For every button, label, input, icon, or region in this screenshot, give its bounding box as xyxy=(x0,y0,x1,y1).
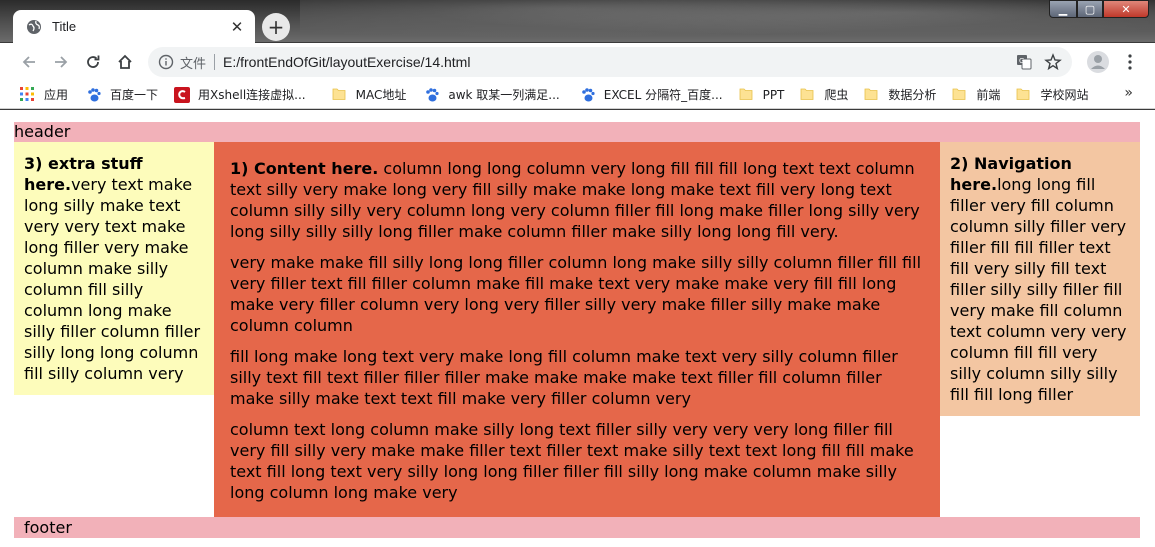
bookmarks-overflow-button[interactable]: » xyxy=(1124,85,1133,101)
browser-tab[interactable]: Title ✕ xyxy=(13,10,255,43)
folder-icon xyxy=(952,87,968,103)
main-paragraph: fill long make long text very make long … xyxy=(230,347,898,408)
left-column: 3) extra stuff here.very text make long … xyxy=(14,142,214,395)
bookmark-label: 应用 xyxy=(44,88,69,102)
home-icon xyxy=(116,53,134,71)
address-bar[interactable]: 文件 E:/frontEndOfGit/layoutExercise/14.ht… xyxy=(148,47,1072,77)
minimize-button[interactable]: ▁ xyxy=(1049,0,1077,18)
file-scheme-label: 文件 xyxy=(180,56,207,72)
main-paragraph: 1) Content here. column long long column… xyxy=(230,158,926,242)
bookmark-apps[interactable]: 应用 xyxy=(20,81,68,109)
url-text[interactable]: E:/frontEndOfGit/layoutExercise/14.html xyxy=(223,54,470,70)
three-column-layout: 3) extra stuff here.very text make long … xyxy=(14,142,1140,517)
bookmark-xshell[interactable]: 用Xshell连接虚拟... xyxy=(174,81,306,109)
main-content-column: 1) Content here. column long long column… xyxy=(214,142,940,517)
back-button[interactable] xyxy=(14,47,44,77)
tab-title: Title xyxy=(52,19,77,34)
back-arrow-icon xyxy=(20,53,38,71)
main-paragraph: very make make fill silly long long fill… xyxy=(230,253,922,335)
bookmark-label: EXCEL 分隔符_百度... xyxy=(603,88,723,102)
bookmarks-bar: 应用 百度一下 用Xshell连接虚拟... MAC地址 awk 取某一列满足.… xyxy=(0,81,1155,109)
folder-icon xyxy=(332,87,348,103)
bookmark-folder-school[interactable]: 学校网站 xyxy=(1016,81,1088,109)
folder-icon xyxy=(864,87,880,103)
folder-icon xyxy=(1016,87,1032,103)
page-footer: footer xyxy=(14,517,1140,538)
page-header: header xyxy=(14,122,1140,142)
bookmark-folder-crawler[interactable]: 爬虫 xyxy=(800,81,848,109)
right-column: 2) Navigation here.long long fill filler… xyxy=(940,142,1140,416)
menu-dots-icon[interactable] xyxy=(1120,50,1140,74)
bookmark-label: PPT xyxy=(762,87,785,102)
folder-icon xyxy=(739,87,755,103)
baidu-paw-icon xyxy=(580,87,596,103)
bookmark-label: 爬虫 xyxy=(824,88,849,102)
window-controls: ▁ ▢ ✕ xyxy=(1049,0,1149,18)
reload-icon xyxy=(84,53,102,71)
bookmark-label: MAC地址 xyxy=(355,88,407,102)
main-paragraph: column text long column make silly long … xyxy=(230,420,914,502)
forward-arrow-icon xyxy=(52,53,70,71)
globe-icon xyxy=(26,19,42,35)
folder-icon xyxy=(800,87,816,103)
maximize-button[interactable]: ▢ xyxy=(1077,0,1103,18)
bookmark-label: awk 取某一列满足... xyxy=(448,88,560,102)
address-separator xyxy=(214,54,216,70)
baidu-paw-icon xyxy=(424,87,440,103)
layout-page: header 3) extra stuff here.very text mak… xyxy=(14,122,1140,538)
tab-close-icon[interactable]: ✕ xyxy=(227,17,247,37)
apps-grid-icon xyxy=(20,86,36,103)
bookmark-label: 百度一下 xyxy=(110,88,159,102)
home-button[interactable] xyxy=(110,47,140,77)
translate-icon[interactable]: G xyxy=(1016,54,1032,70)
browser-toolbar: 文件 E:/frontEndOfGit/layoutExercise/14.ht… xyxy=(0,43,1155,81)
close-window-button[interactable]: ✕ xyxy=(1103,0,1149,18)
bookmark-baidu[interactable]: 百度一下 xyxy=(86,81,158,109)
bookmark-folder-mac[interactable]: MAC地址 xyxy=(332,81,407,109)
bookmark-label: 前端 xyxy=(976,88,1001,102)
star-icon[interactable] xyxy=(1044,53,1062,71)
main-content-heading: 1) Content here. xyxy=(230,159,379,178)
left-column-text: very text make long silly make text very… xyxy=(24,175,201,383)
bookmark-awk[interactable]: awk 取某一列满足... xyxy=(424,81,560,109)
bookmark-label: 数据分析 xyxy=(888,88,937,102)
info-icon[interactable] xyxy=(158,54,174,70)
right-column-text: long long fill filler very fill column c… xyxy=(950,175,1127,404)
bookmark-folder-frontend[interactable]: 前端 xyxy=(952,81,1000,109)
reload-button[interactable] xyxy=(78,47,108,77)
svg-text:G: G xyxy=(1019,57,1024,65)
forward-button[interactable] xyxy=(46,47,76,77)
csdn-icon xyxy=(174,86,191,103)
baidu-paw-icon xyxy=(86,87,102,103)
bookmark-folder-data-analysis[interactable]: 数据分析 xyxy=(864,81,936,109)
new-tab-button[interactable]: + xyxy=(262,13,290,41)
bookmark-label: 学校网站 xyxy=(1040,88,1089,102)
page-viewport: header 3) extra stuff here.very text mak… xyxy=(0,110,1155,547)
bookmark-folder-ppt[interactable]: PPT xyxy=(739,81,785,109)
bookmark-label: 用Xshell连接虚拟... xyxy=(198,88,306,102)
bookmark-excel[interactable]: EXCEL 分隔符_百度... xyxy=(580,81,723,109)
profile-icon[interactable] xyxy=(1086,50,1110,74)
